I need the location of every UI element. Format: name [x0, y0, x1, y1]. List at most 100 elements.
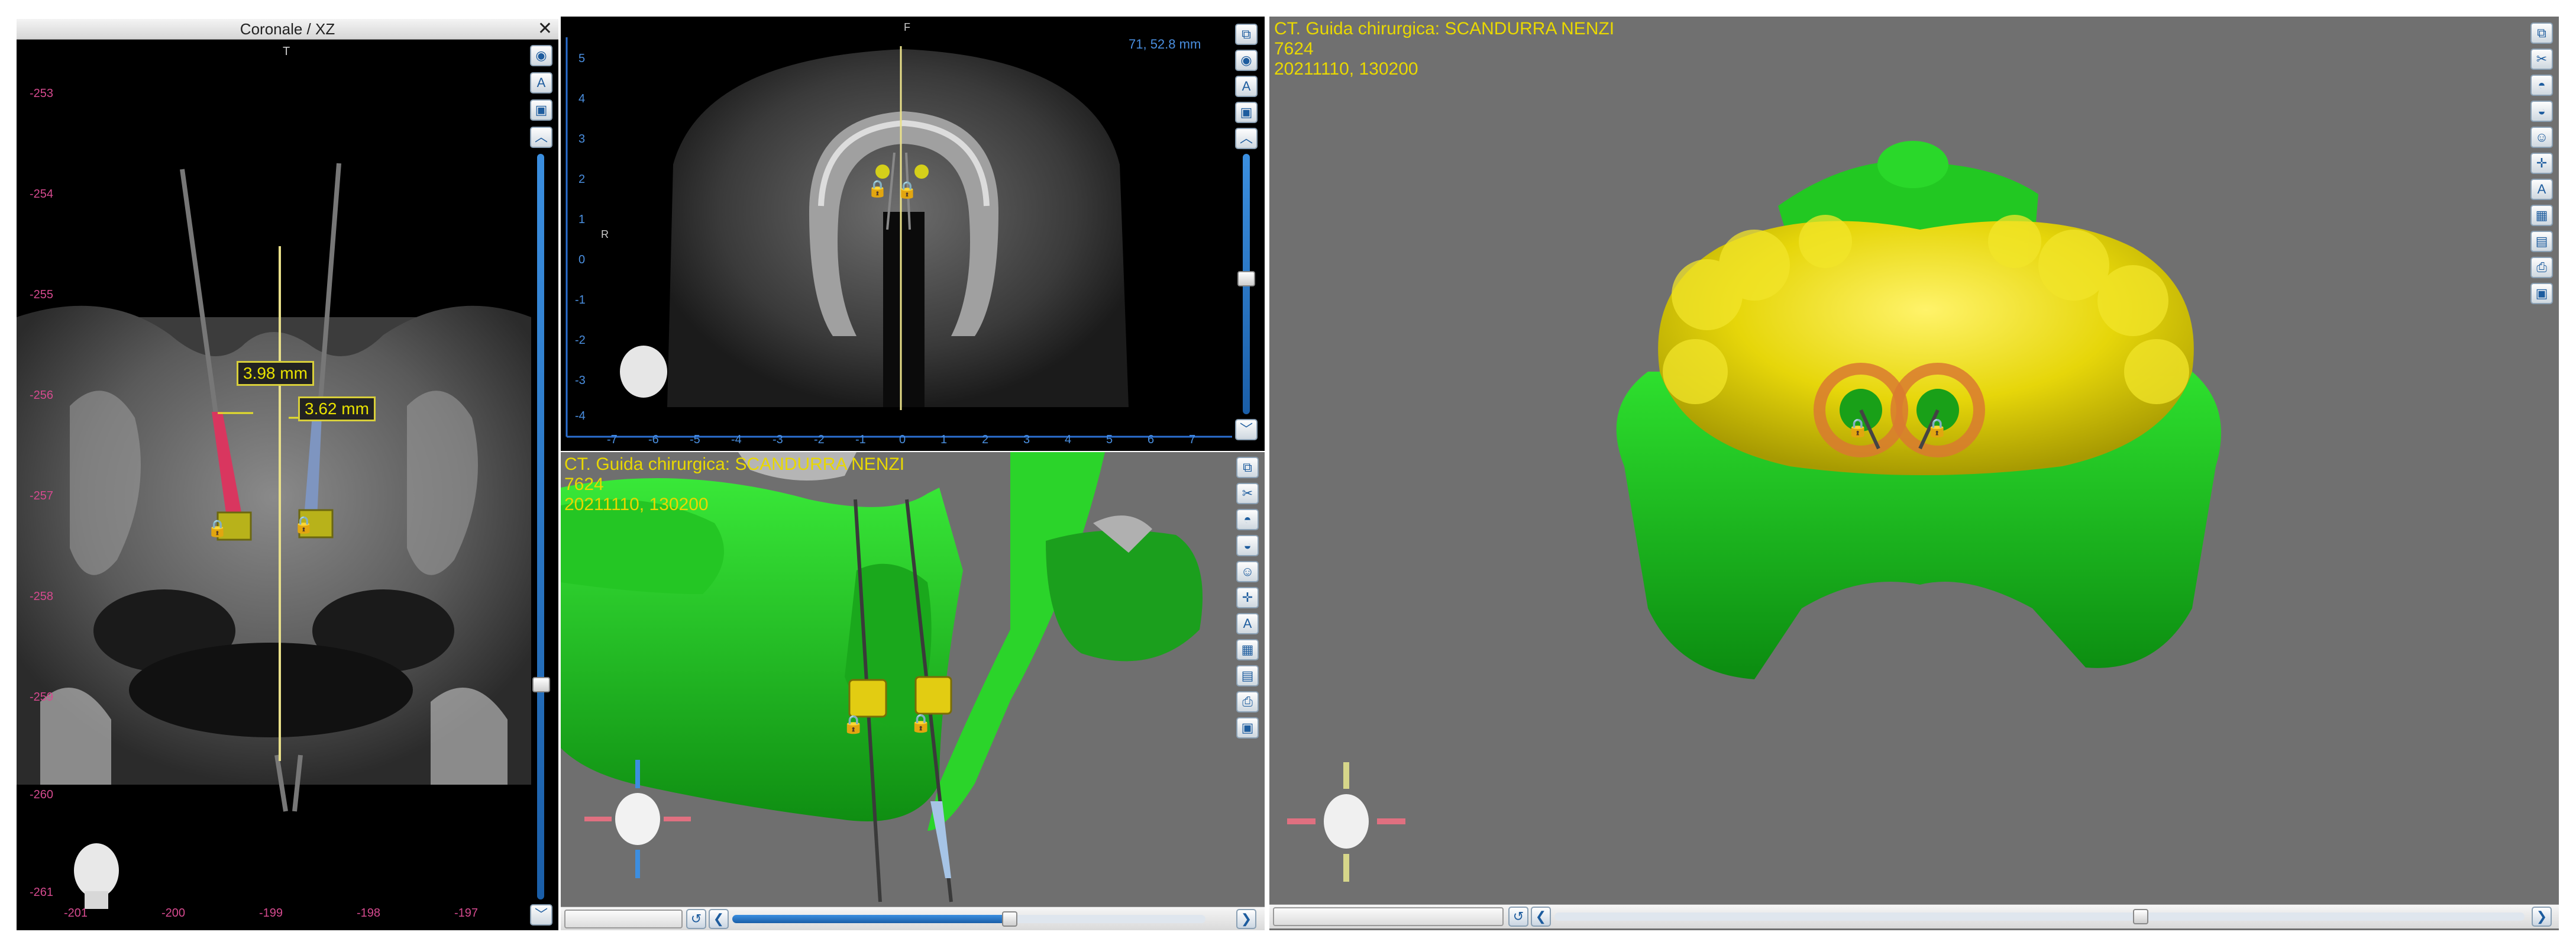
film-strip-icon[interactable]: ▣ — [1236, 717, 1259, 739]
layout-icon[interactable]: ⧉ — [1236, 457, 1259, 478]
view-select-dropdown[interactable] — [1273, 907, 1504, 926]
x-axis-label: -6 — [648, 433, 659, 446]
layout-icon[interactable]: ⧉ — [2530, 22, 2553, 44]
scroll-down-button[interactable]: ﹀ — [1235, 419, 1258, 440]
view-select-dropdown[interactable] — [564, 910, 683, 928]
film-strip-icon[interactable]: ▣ — [1235, 102, 1258, 123]
print-icon[interactable]: ⎙ — [1236, 691, 1259, 712]
coronal-title-bar: Coronale / XZ ✕ — [17, 19, 558, 40]
3d-view-small-pane[interactable]: 🔒 🔒 CT. Guida chirurgica: SCANDURRA NENZ… — [561, 452, 1265, 930]
svg-text:🔒: 🔒 — [207, 519, 228, 538]
x-axis-label: 6 — [1148, 433, 1155, 446]
x-axis-label: -2 — [814, 433, 825, 446]
panel-icon[interactable]: ▤ — [1236, 665, 1259, 686]
x-axis-label: 1 — [940, 433, 948, 446]
film-strip-icon[interactable]: ▣ — [530, 99, 552, 121]
y-axis-label: -259 — [30, 691, 54, 704]
transparency-slider-thumb[interactable] — [2133, 909, 2148, 924]
layout-icon[interactable]: ⧉ — [1235, 24, 1258, 45]
text-annotation-icon[interactable]: A — [2530, 179, 2553, 200]
y-axis-label: -258 — [30, 590, 54, 603]
view-top-icon[interactable]: ◓ — [2530, 75, 2553, 96]
rotate-view-icon[interactable]: ◉ — [530, 45, 552, 66]
y-axis-label: -1 — [575, 294, 586, 307]
x-axis-label: 7 — [1189, 433, 1196, 446]
y-axis-label: -260 — [30, 788, 54, 801]
x-axis-label: 2 — [982, 433, 989, 446]
slice-slider-thumb[interactable] — [532, 677, 550, 692]
crosshair-icon[interactable]: ✛ — [2530, 153, 2553, 174]
patient-info-line2: 7624 — [1274, 39, 1314, 59]
x-axis-label: -5 — [690, 433, 700, 446]
slider-right-button[interactable]: ❯ — [1236, 909, 1256, 929]
slice-slider-track[interactable] — [537, 154, 544, 899]
text-annotation-icon[interactable]: A — [1235, 76, 1258, 97]
measurement-label-right[interactable]: 3.62 mm — [298, 396, 376, 421]
y-axis-label: -257 — [30, 489, 54, 502]
x-axis-label: -7 — [607, 433, 618, 446]
transparency-slider-filled[interactable] — [1554, 912, 2140, 921]
svg-text:🔒: 🔒 — [910, 714, 932, 733]
svg-text:🔒: 🔒 — [897, 180, 917, 199]
scroll-up-button[interactable]: ︿ — [1235, 128, 1258, 149]
x-axis-label: -3 — [773, 433, 783, 446]
crop-icon[interactable]: ✂ — [2530, 49, 2553, 70]
3d-view-large-pane[interactable]: 🔒 🔒 CT. Guida chirurgica: SCANDURRA NENZ… — [1269, 17, 2559, 930]
face-icon[interactable]: ☺ — [1236, 561, 1259, 582]
patient-info-line1: CT. Guida chirurgica: SCANDURRA NENZI — [564, 454, 905, 474]
axial-side-marker: R — [601, 228, 609, 240]
x-axis-label: -197 — [454, 907, 479, 920]
x-axis-label: -199 — [259, 907, 283, 920]
face-icon[interactable]: ☺ — [2530, 127, 2553, 148]
x-axis-label: 5 — [1106, 433, 1113, 446]
y-axis-label: -261 — [30, 886, 54, 899]
y-axis-label: 4 — [578, 92, 586, 105]
transparency-slider-track[interactable] — [1010, 915, 1205, 923]
y-axis-label: 2 — [578, 173, 586, 186]
slider-left-button[interactable]: ❮ — [709, 909, 729, 929]
panel-icon[interactable]: ▤ — [2530, 231, 2553, 252]
transparency-slider-filled[interactable] — [732, 915, 1010, 923]
slider-right-button[interactable]: ❯ — [2532, 907, 2552, 927]
slice-slider-thumb[interactable] — [1237, 271, 1255, 286]
axial-ct-image: 🔒 🔒 — [565, 37, 1232, 438]
view-bottom-icon[interactable]: ◒ — [2530, 101, 2553, 122]
patient-info-line3: 20211110, 130200 — [1274, 59, 1418, 79]
3d-large-bottom-bar: ↺ ❮ ❯ — [1269, 904, 2559, 928]
rotate-view-icon[interactable]: ◉ — [1235, 50, 1258, 71]
crosshair-icon[interactable]: ✛ — [1236, 587, 1259, 608]
view-top-icon[interactable]: ◓ — [1236, 509, 1259, 530]
3d-small-bottom-bar: ↺ ❮ ❯ — [561, 907, 1265, 930]
print-icon[interactable]: ⎙ — [2530, 257, 2553, 278]
axial-distance-readout: 71, 52.8 mm — [1129, 37, 1201, 51]
3d-model-render-small: 🔒 🔒 — [561, 452, 1203, 902]
y-axis-label: 0 — [578, 253, 586, 266]
close-icon[interactable]: ✕ — [538, 19, 552, 39]
y-axis-label: -255 — [30, 288, 54, 301]
y-axis-label: 5 — [578, 52, 586, 65]
crop-icon[interactable]: ✂ — [1236, 483, 1259, 504]
y-axis-label: -3 — [575, 374, 586, 387]
film-strip-icon[interactable]: ▣ — [2530, 283, 2553, 304]
scroll-down-button[interactable]: ﹀ — [530, 904, 552, 926]
slider-left-button[interactable]: ❮ — [1531, 907, 1551, 927]
coronal-view-pane[interactable]: Coronale / XZ ✕ T 🔒 🔒 3.98 mm 3.62 mm -2… — [17, 19, 558, 930]
3d-model-render-large: 🔒 🔒 — [1287, 141, 2221, 882]
x-axis-label: -201 — [64, 907, 88, 920]
transparency-slider-thumb[interactable] — [1002, 911, 1017, 927]
axial-view-pane[interactable]: 🔒 🔒 F R 71, 52.8 mm 5 4 3 2 1 0 -1 -2 -3… — [561, 17, 1265, 451]
y-axis-label: 3 — [578, 133, 586, 146]
measurement-label-left[interactable]: 3.98 mm — [237, 361, 314, 386]
text-annotation-icon[interactable]: A — [1236, 613, 1259, 634]
y-axis-label: -256 — [30, 389, 54, 402]
text-annotation-icon[interactable]: A — [530, 72, 552, 93]
view-bottom-icon[interactable]: ◒ — [1236, 535, 1259, 556]
grid-icon[interactable]: ▦ — [2530, 205, 2553, 226]
scroll-up-button[interactable]: ︿ — [530, 127, 552, 148]
reset-view-icon[interactable]: ↺ — [1508, 907, 1528, 927]
transparency-slider-track[interactable] — [2140, 912, 2525, 921]
grid-icon[interactable]: ▦ — [1236, 639, 1259, 660]
patient-info-line1: CT. Guida chirurgica: SCANDURRA NENZI — [1274, 19, 1615, 38]
reset-view-icon[interactable]: ↺ — [686, 909, 706, 929]
coronal-title: Coronale / XZ — [240, 20, 335, 38]
